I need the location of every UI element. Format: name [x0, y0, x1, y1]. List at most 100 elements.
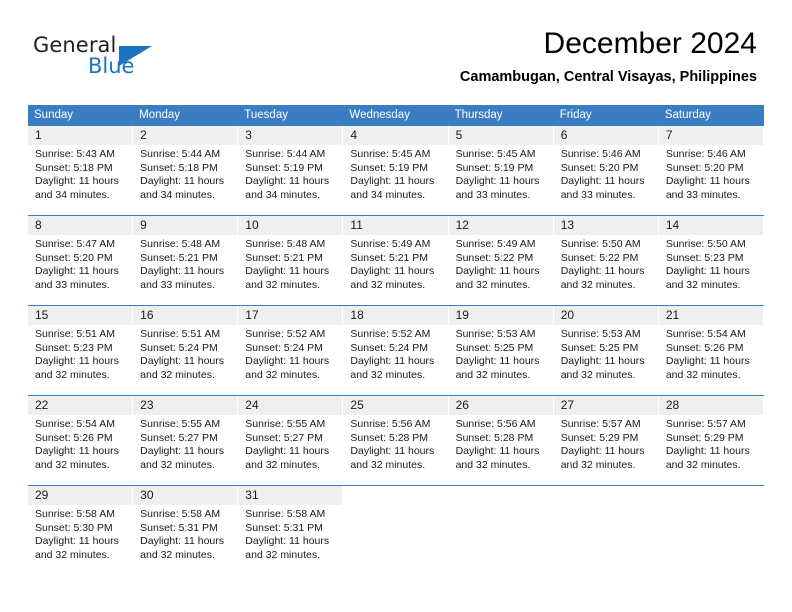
daylight-text: Daylight: 11 hours and 32 minutes. — [35, 355, 119, 381]
sunset-text: Sunset: 5:27 PM — [245, 431, 323, 444]
sunset-text: Sunset: 5:31 PM — [140, 521, 218, 534]
day-details: Sunrise: 5:45 AM Sunset: 5:19 PM Daylight:… — [343, 145, 448, 202]
daylight-text: Daylight: 11 hours and 32 minutes. — [350, 265, 435, 291]
calendar-day-cell[interactable]: 26 Sunrise: 5:56 AM Sunset: 5:28 PM Dayligh… — [448, 395, 554, 486]
calendar-day-cell[interactable]: 19 Sunrise: 5:53 AM Sunset: 5:25 PM Dayligh… — [448, 305, 554, 396]
calendar-week-row: 1 Sunrise: 5:43 AM Sunset: 5:18 PM Daylight… — [28, 125, 764, 216]
calendar-day-cell[interactable]: 24 Sunrise: 5:55 AM Sunset: 5:27 PM Dayligh… — [238, 395, 344, 486]
calendar-day-cell[interactable]: 1 Sunrise: 5:43 AM Sunset: 5:18 PM Daylight… — [28, 125, 134, 216]
day-details: Sunrise: 5:55 AM Sunset: 5:27 PM Daylight:… — [133, 415, 238, 472]
sunrise-text: Sunrise: 5:48 AM — [140, 238, 221, 250]
day-number: 7 — [658, 126, 764, 145]
day-number — [553, 486, 659, 505]
calendar-day-cell[interactable]: 29 Sunrise: 5:58 AM Sunset: 5:30 PM Dayligh… — [28, 485, 134, 576]
calendar-day-cell[interactable]: 28 Sunrise: 5:57 AM Sunset: 5:29 PM Dayligh… — [658, 395, 764, 486]
day-number: 29 — [28, 486, 134, 505]
sunset-text: Sunset: 5:23 PM — [665, 251, 744, 264]
calendar-day-cell[interactable]: 22 Sunrise: 5:54 AM Sunset: 5:26 PM Dayligh… — [28, 395, 134, 486]
day-number: 28 — [658, 396, 764, 415]
calendar-day-cell[interactable]: 20 Sunrise: 5:53 AM Sunset: 5:25 PM Dayligh… — [553, 305, 659, 396]
calendar-day-cell[interactable]: 21 Sunrise: 5:54 AM Sunset: 5:26 PM Dayligh… — [658, 305, 764, 396]
calendar-day-cell[interactable]: 6 Sunrise: 5:46 AM Sunset: 5:20 PM Daylight… — [553, 125, 659, 216]
calendar-week-row: 29 Sunrise: 5:58 AM Sunset: 5:30 PM Dayligh… — [28, 485, 764, 576]
calendar-day-cell[interactable]: 16 Sunrise: 5:51 AM Sunset: 5:24 PM Dayligh… — [133, 305, 239, 396]
day-details: Sunrise: 5:50 AM Sunset: 5:22 PM Daylight:… — [554, 235, 659, 292]
sunset-text: Sunset: 5:18 PM — [35, 161, 113, 174]
calendar-day-cell[interactable]: 10 Sunrise: 5:48 AM Sunset: 5:21 PM Dayligh… — [238, 215, 344, 306]
sunrise-text: Sunrise: 5:56 AM — [455, 418, 536, 430]
calendar-day-cell[interactable]: 17 Sunrise: 5:52 AM Sunset: 5:24 PM Dayligh… — [238, 305, 344, 396]
day-details: Sunrise: 5:57 AM Sunset: 5:29 PM Daylight:… — [659, 415, 764, 472]
sunset-text: Sunset: 5:26 PM — [35, 431, 113, 444]
day-cell-inner: 7 Sunrise: 5:46 AM Sunset: 5:20 PM Daylight… — [658, 126, 764, 215]
calendar-day-cell[interactable]: 8 Sunrise: 5:47 AM Sunset: 5:20 PM Daylight… — [28, 215, 134, 306]
daylight-text: Daylight: 11 hours and 32 minutes. — [455, 445, 540, 471]
day-details: Sunrise: 5:56 AM Sunset: 5:28 PM Daylight:… — [449, 415, 554, 472]
calendar-day-cell[interactable]: 3 Sunrise: 5:44 AM Sunset: 5:19 PM Daylight… — [238, 125, 344, 216]
calendar-day-cell[interactable]: 12 Sunrise: 5:49 AM Sunset: 5:22 PM Dayligh… — [448, 215, 554, 306]
sunset-text: Sunset: 5:22 PM — [455, 251, 534, 264]
location-subtitle: Camambugan, Central Visayas, Philippines — [459, 69, 757, 85]
day-number: 23 — [133, 396, 239, 415]
sunrise-text: Sunrise: 5:54 AM — [35, 418, 115, 430]
day-details — [659, 505, 764, 508]
day-details: Sunrise: 5:53 AM Sunset: 5:25 PM Daylight:… — [449, 325, 554, 382]
sunset-text: Sunset: 5:25 PM — [455, 341, 534, 354]
daylight-text: Daylight: 11 hours and 34 minutes. — [140, 175, 224, 201]
sunset-text: Sunset: 5:29 PM — [560, 431, 639, 444]
daylight-text: Daylight: 11 hours and 33 minutes. — [35, 265, 119, 291]
day-details: Sunrise: 5:52 AM Sunset: 5:24 PM Daylight:… — [343, 325, 448, 382]
calendar-day-cell[interactable]: 27 Sunrise: 5:57 AM Sunset: 5:29 PM Dayligh… — [553, 395, 659, 486]
sunset-text: Sunset: 5:20 PM — [35, 251, 113, 264]
calendar-day-cell[interactable]: 2 Sunrise: 5:44 AM Sunset: 5:18 PM Daylight… — [133, 125, 239, 216]
daylight-text: Daylight: 11 hours and 34 minutes. — [35, 175, 119, 201]
calendar-day-cell[interactable]: 14 Sunrise: 5:50 AM Sunset: 5:23 PM Dayligh… — [658, 215, 764, 306]
day-details: Sunrise: 5:48 AM Sunset: 5:21 PM Daylight:… — [133, 235, 238, 292]
sunrise-text: Sunrise: 5:54 AM — [665, 328, 746, 340]
calendar-day-cell[interactable]: 15 Sunrise: 5:51 AM Sunset: 5:23 PM Dayligh… — [28, 305, 134, 396]
daylight-text: Daylight: 11 hours and 32 minutes. — [665, 355, 750, 381]
sunset-text: Sunset: 5:24 PM — [245, 341, 323, 354]
calendar-day-cell[interactable]: 4 Sunrise: 5:45 AM Sunset: 5:19 PM Daylight… — [343, 125, 449, 216]
sunrise-text: Sunrise: 5:53 AM — [455, 328, 536, 340]
day-details: Sunrise: 5:46 AM Sunset: 5:20 PM Daylight:… — [554, 145, 659, 202]
sunrise-sunset-calendar: Sunday Monday Tuesday Wednesday Thursday… — [28, 105, 764, 576]
calendar-day-cell[interactable]: 30 Sunrise: 5:58 AM Sunset: 5:31 PM Dayligh… — [133, 485, 239, 576]
day-cell-inner: 23 Sunrise: 5:55 AM Sunset: 5:27 PM Dayligh… — [133, 396, 239, 485]
calendar-day-cell[interactable]: 25 Sunrise: 5:56 AM Sunset: 5:28 PM Dayligh… — [343, 395, 449, 486]
calendar-day-cell[interactable]: 9 Sunrise: 5:48 AM Sunset: 5:21 PM Daylight… — [133, 215, 239, 306]
calendar-day-cell[interactable]: 31 Sunrise: 5:58 AM Sunset: 5:31 PM Dayligh… — [238, 485, 344, 576]
day-number: 2 — [133, 126, 239, 145]
day-cell-inner: 1 Sunrise: 5:43 AM Sunset: 5:18 PM Daylight… — [28, 126, 134, 215]
day-cell-inner: 31 Sunrise: 5:58 AM Sunset: 5:31 PM Dayligh… — [238, 486, 344, 576]
page-header: General Blue December 2024 Camambugan, C… — [0, 0, 792, 100]
day-number: 8 — [28, 216, 134, 235]
general-blue-logo[interactable]: General Blue — [33, 33, 213, 81]
calendar-day-cell[interactable]: 5 Sunrise: 5:45 AM Sunset: 5:19 PM Daylight… — [448, 125, 554, 216]
daylight-text: Daylight: 11 hours and 32 minutes. — [140, 445, 224, 471]
calendar-day-cell[interactable]: 13 Sunrise: 5:50 AM Sunset: 5:22 PM Dayligh… — [553, 215, 659, 306]
sunset-text: Sunset: 5:20 PM — [560, 161, 639, 174]
day-details: Sunrise: 5:44 AM Sunset: 5:18 PM Daylight:… — [133, 145, 238, 202]
daylight-text: Daylight: 11 hours and 34 minutes. — [245, 175, 330, 201]
sunrise-text: Sunrise: 5:52 AM — [350, 328, 431, 340]
daylight-text: Daylight: 11 hours and 32 minutes. — [665, 445, 750, 471]
calendar-day-cell[interactable]: 7 Sunrise: 5:46 AM Sunset: 5:20 PM Daylight… — [658, 125, 764, 216]
calendar-day-cell[interactable]: 23 Sunrise: 5:55 AM Sunset: 5:27 PM Dayligh… — [133, 395, 239, 486]
sunset-text: Sunset: 5:20 PM — [665, 161, 744, 174]
calendar-day-cell[interactable]: 18 Sunrise: 5:52 AM Sunset: 5:24 PM Dayligh… — [343, 305, 449, 396]
day-number: 3 — [238, 126, 344, 145]
day-number: 5 — [448, 126, 554, 145]
day-details: Sunrise: 5:46 AM Sunset: 5:20 PM Daylight:… — [659, 145, 764, 202]
calendar-day-cell[interactable]: 11 Sunrise: 5:49 AM Sunset: 5:21 PM Dayligh… — [343, 215, 449, 306]
sunrise-text: Sunrise: 5:52 AM — [245, 328, 326, 340]
day-cell-inner: 26 Sunrise: 5:56 AM Sunset: 5:28 PM Dayligh… — [448, 396, 554, 485]
day-number: 19 — [448, 306, 554, 325]
day-number: 13 — [553, 216, 659, 235]
daylight-text: Daylight: 11 hours and 34 minutes. — [350, 175, 435, 201]
daylight-text: Daylight: 11 hours and 32 minutes. — [140, 355, 224, 381]
daylight-text: Daylight: 11 hours and 32 minutes. — [245, 355, 330, 381]
weekday-header-tuesday: Tuesday — [238, 105, 344, 126]
sunset-text: Sunset: 5:31 PM — [245, 521, 323, 534]
calendar-body: 1 Sunrise: 5:43 AM Sunset: 5:18 PM Daylight… — [28, 125, 764, 576]
